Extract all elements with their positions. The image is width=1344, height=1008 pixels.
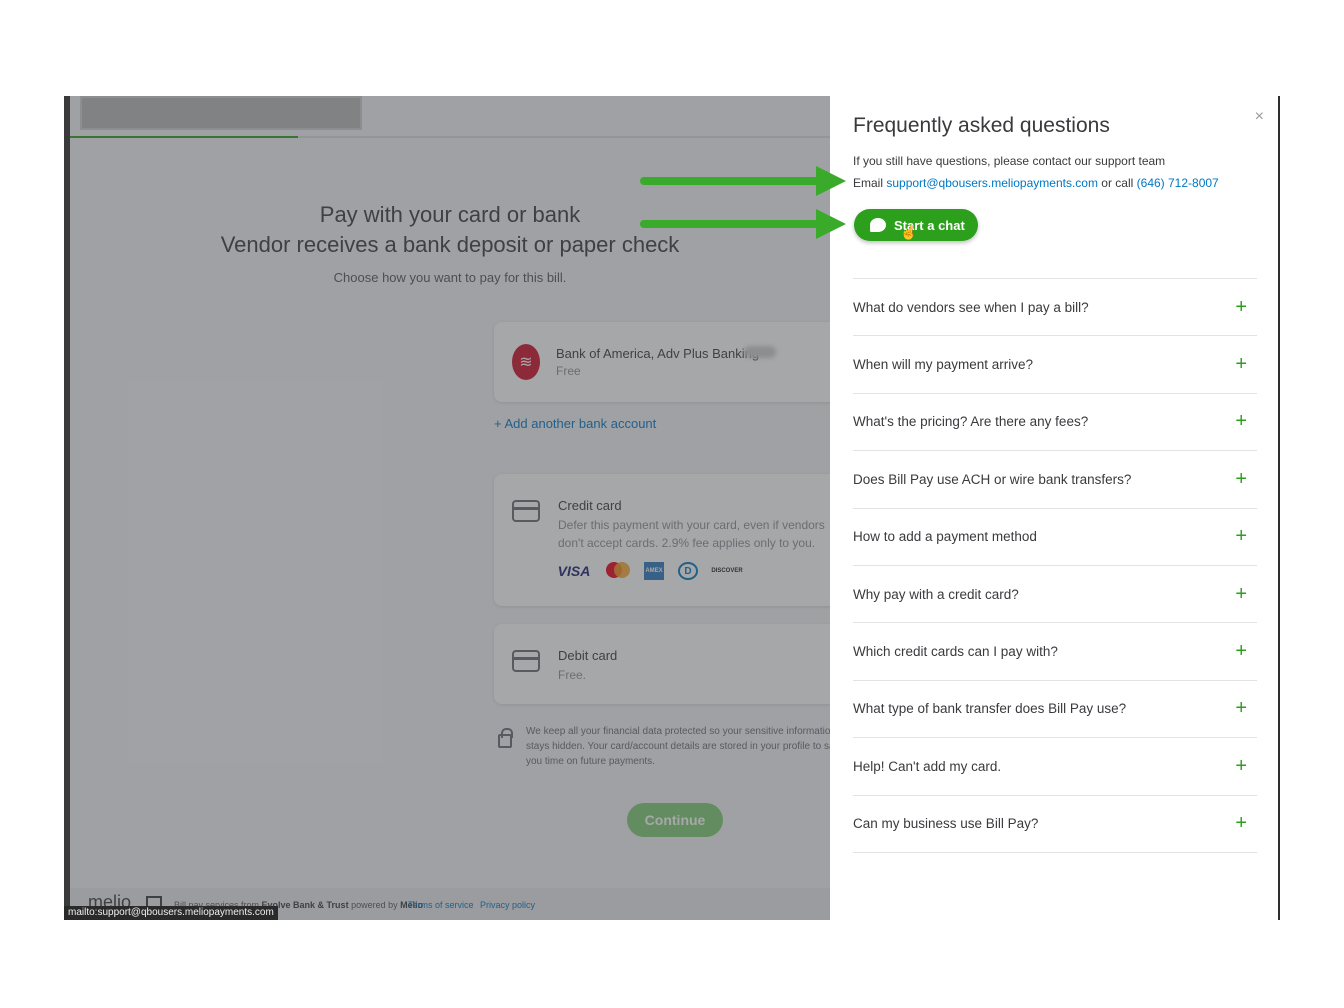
annotation-arrow-chat (640, 209, 846, 239)
faq-question: Can my business use Bill Pay? (853, 816, 1039, 832)
faq-question: How to add a payment method (853, 529, 1037, 545)
faq-item[interactable]: Help! Can't add my card. + (853, 738, 1257, 796)
expand-plus-icon[interactable]: + (1235, 353, 1247, 376)
expand-plus-icon[interactable]: + (1235, 640, 1247, 663)
expand-plus-icon[interactable]: + (1235, 468, 1247, 491)
faq-panel: × Frequently asked questions If you stil… (830, 96, 1278, 920)
annotation-arrow-email (640, 166, 846, 196)
left-border (64, 96, 70, 920)
hand-cursor-icon: ☝ (900, 224, 918, 240)
faq-item[interactable]: When will my payment arrive? + (853, 336, 1257, 394)
email-prefix: Email (853, 176, 887, 190)
faq-question: What do vendors see when I pay a bill? (853, 299, 1089, 315)
faq-item[interactable]: Can my business use Bill Pay? + (853, 796, 1257, 853)
faq-question: Does Bill Pay use ACH or wire bank trans… (853, 471, 1132, 487)
expand-plus-icon[interactable]: + (1235, 583, 1247, 606)
expand-plus-icon[interactable]: + (1235, 410, 1247, 433)
faq-item[interactable]: What type of bank transfer does Bill Pay… (853, 681, 1257, 739)
faq-subtitle: If you still have questions, please cont… (853, 154, 1166, 168)
chat-bubble-icon (870, 218, 886, 232)
or-call-text: or call (1097, 176, 1137, 190)
expand-plus-icon[interactable]: + (1235, 525, 1247, 548)
expand-plus-icon[interactable]: + (1235, 296, 1247, 319)
faq-question: What type of bank transfer does Bill Pay… (853, 701, 1127, 717)
close-icon[interactable]: × (1255, 108, 1264, 126)
faq-question: Help! Can't add my card. (853, 758, 1002, 774)
faq-title: Frequently asked questions (853, 114, 1110, 137)
support-phone-link[interactable]: (646) 712-8007 (1137, 176, 1219, 190)
faq-item[interactable]: Does Bill Pay use ACH or wire bank trans… (853, 451, 1257, 509)
faq-question: When will my payment arrive? (853, 357, 1034, 373)
expand-plus-icon[interactable]: + (1235, 697, 1247, 720)
expand-plus-icon[interactable]: + (1235, 812, 1247, 835)
faq-question: Why pay with a credit card? (853, 586, 1019, 602)
faq-question: Which credit cards can I pay with? (853, 644, 1058, 660)
expand-plus-icon[interactable]: + (1235, 755, 1247, 778)
faq-item[interactable]: Which credit cards can I pay with? + (853, 623, 1257, 681)
faq-contact-line: Email support@qbousers.meliopayments.com… (853, 176, 1219, 190)
faq-question: What's the pricing? Are there any fees? (853, 414, 1089, 430)
faq-item[interactable]: How to add a payment method + (853, 509, 1257, 566)
faq-item[interactable]: Why pay with a credit card? + (853, 566, 1257, 624)
browser-viewport: Pay with your card or bank Vendor receiv… (64, 96, 1280, 920)
faq-list: What do vendors see when I pay a bill? + W… (853, 278, 1257, 853)
support-email-link[interactable]: support@qbousers.meliopayments.com (886, 176, 1098, 190)
faq-item[interactable]: What do vendors see when I pay a bill? + (853, 279, 1257, 337)
faq-item[interactable]: What's the pricing? Are there any fees? + (853, 394, 1257, 452)
right-border (1278, 96, 1280, 920)
status-bar-url: mailto:support@qbousers.meliopayments.co… (64, 906, 278, 920)
